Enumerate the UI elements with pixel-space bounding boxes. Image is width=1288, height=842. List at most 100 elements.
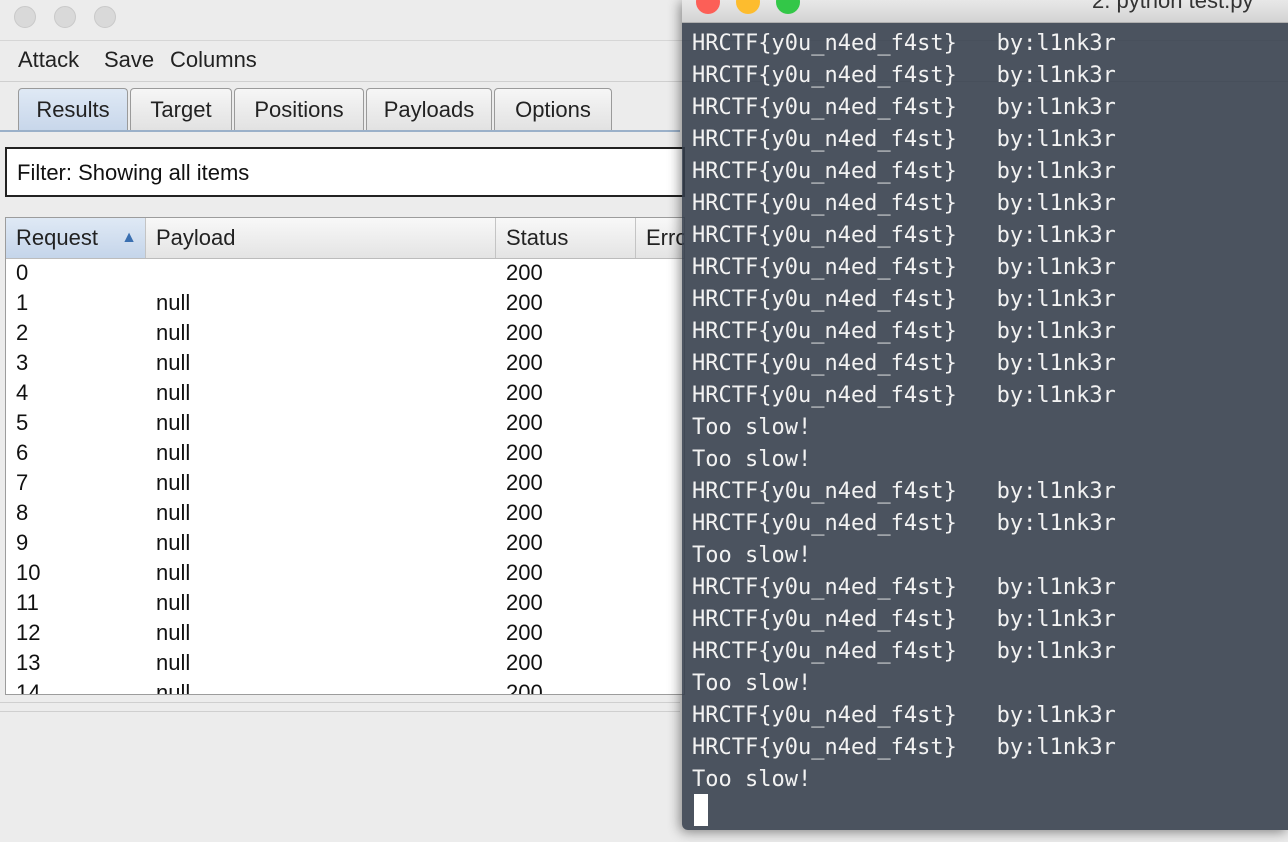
table-row[interactable]: 12 null 200 [6, 618, 684, 648]
terminal-close-button[interactable] [696, 0, 720, 14]
column-request[interactable]: Request ▲ [6, 218, 146, 258]
row-request-cell: 4 [16, 380, 29, 405]
terminal-line: HRCTF{y0u_n4ed_f4st} by:l1nk3r [692, 735, 1116, 760]
terminal-line: HRCTF{y0u_n4ed_f4st} by:l1nk3r [692, 223, 1116, 248]
row-payload-cell: null [156, 410, 191, 435]
table-row[interactable]: 10 null 200 [6, 558, 684, 588]
terminal-line: HRCTF{y0u_n4ed_f4st} by:l1nk3r [692, 31, 1116, 56]
row-request-cell: 7 [16, 470, 29, 495]
tab-results[interactable]: Results [18, 88, 128, 132]
filter-text: Filter: Showing all items [17, 160, 250, 185]
table-row[interactable]: 3 null 200 [6, 348, 684, 378]
column-status-label: Status [506, 225, 569, 250]
column-error-label: Erro [646, 225, 685, 250]
results-table: Request ▲ Payload Status Erro 0 200 1 null 2… [5, 217, 685, 695]
table-row[interactable]: 11 null 200 [6, 588, 684, 618]
tab-target[interactable]: Target [130, 88, 232, 130]
row-status-cell: 200 [506, 680, 543, 695]
close-button[interactable] [14, 6, 36, 28]
table-row[interactable]: 4 null 200 [6, 378, 684, 408]
row-payload-cell: null [156, 380, 191, 405]
column-payload[interactable]: Payload [146, 218, 496, 258]
row-status-cell: 200 [506, 650, 543, 675]
menu-columns[interactable]: Columns [170, 47, 257, 73]
terminal-line: HRCTF{y0u_n4ed_f4st} by:l1nk3r [692, 479, 1116, 504]
table-row[interactable]: 9 null 200 [6, 528, 684, 558]
terminal-line: Too slow! [692, 767, 812, 792]
tab-payloads[interactable]: Payloads [366, 88, 492, 130]
terminal-line: Too slow! [692, 415, 812, 440]
row-payload-cell: null [156, 650, 191, 675]
row-request-cell: 2 [16, 320, 29, 345]
row-payload-cell: null [156, 620, 191, 645]
row-request-cell: 12 [16, 620, 41, 645]
row-status-cell: 200 [506, 440, 543, 465]
row-request-cell: 8 [16, 500, 29, 525]
table-row[interactable]: 14 null 200 [6, 678, 684, 695]
row-status-cell: 200 [506, 470, 543, 495]
row-payload-cell: null [156, 320, 191, 345]
row-request-cell: 1 [16, 290, 29, 315]
table-row[interactable]: 13 null 200 [6, 648, 684, 678]
column-status[interactable]: Status [496, 218, 636, 258]
tab-divider [0, 130, 680, 132]
terminal-window: 2. python test.py HRCTF{y0u_n4ed_f4st} b… [682, 0, 1288, 830]
column-request-label: Request [16, 225, 98, 250]
row-request-cell: 10 [16, 560, 41, 585]
row-request-cell: 5 [16, 410, 29, 435]
terminal-line: HRCTF{y0u_n4ed_f4st} by:l1nk3r [692, 383, 1116, 408]
terminal-line: HRCTF{y0u_n4ed_f4st} by:l1nk3r [692, 255, 1116, 280]
menu-attack[interactable]: Attack [18, 47, 79, 73]
minimize-button[interactable] [54, 6, 76, 28]
row-status-cell: 200 [506, 380, 543, 405]
row-payload-cell: null [156, 440, 191, 465]
terminal-line: HRCTF{y0u_n4ed_f4st} by:l1nk3r [692, 287, 1116, 312]
terminal-line: HRCTF{y0u_n4ed_f4st} by:l1nk3r [692, 351, 1116, 376]
row-request-cell: 6 [16, 440, 29, 465]
terminal-line: HRCTF{y0u_n4ed_f4st} by:l1nk3r [692, 703, 1116, 728]
table-row[interactable]: 6 null 200 [6, 438, 684, 468]
terminal-line: HRCTF{y0u_n4ed_f4st} by:l1nk3r [692, 639, 1116, 664]
row-request-cell: 13 [16, 650, 41, 675]
terminal-line: HRCTF{y0u_n4ed_f4st} by:l1nk3r [692, 575, 1116, 600]
filter-bar[interactable]: Filter: Showing all items [5, 147, 685, 197]
zoom-button[interactable] [94, 6, 116, 28]
row-status-cell: 200 [506, 620, 543, 645]
tab-positions[interactable]: Positions [234, 88, 364, 130]
terminal-line: HRCTF{y0u_n4ed_f4st} by:l1nk3r [692, 191, 1116, 216]
table-row[interactable]: 7 null 200 [6, 468, 684, 498]
row-request-cell: 9 [16, 530, 29, 555]
column-error[interactable]: Erro [636, 218, 685, 258]
row-status-cell: 200 [506, 320, 543, 345]
terminal-zoom-button[interactable] [776, 0, 800, 14]
terminal-title: 2. python test.py [1092, 0, 1254, 13]
panel-separator [0, 702, 680, 712]
row-request-cell: 14 [16, 680, 41, 695]
terminal-output[interactable]: HRCTF{y0u_n4ed_f4st} by:l1nk3r HRCTF{y0u_… [692, 28, 1282, 796]
row-request-cell: 0 [16, 260, 29, 285]
row-request-cell: 3 [16, 350, 29, 375]
table-row[interactable]: 5 null 200 [6, 408, 684, 438]
table-row[interactable]: 2 null 200 [6, 318, 684, 348]
terminal-line: HRCTF{y0u_n4ed_f4st} by:l1nk3r [692, 63, 1116, 88]
tab-options[interactable]: Options [494, 88, 612, 130]
row-status-cell: 200 [506, 290, 543, 315]
row-payload-cell: null [156, 500, 191, 525]
row-status-cell: 200 [506, 410, 543, 435]
menu-save[interactable]: Save [104, 47, 154, 73]
terminal-line: Too slow! [692, 671, 812, 696]
terminal-line: HRCTF{y0u_n4ed_f4st} by:l1nk3r [692, 127, 1116, 152]
table-row[interactable]: 0 200 [6, 258, 684, 288]
row-status-cell: 200 [506, 350, 543, 375]
terminal-cursor [694, 794, 708, 826]
table-row[interactable]: 1 null 200 [6, 288, 684, 318]
terminal-titlebar: 2. python test.py [682, 0, 1288, 23]
table-row[interactable]: 8 null 200 [6, 498, 684, 528]
table-header: Request ▲ Payload Status Erro [6, 218, 684, 259]
terminal-line: HRCTF{y0u_n4ed_f4st} by:l1nk3r [692, 319, 1116, 344]
terminal-line: HRCTF{y0u_n4ed_f4st} by:l1nk3r [692, 95, 1116, 120]
terminal-minimize-button[interactable] [736, 0, 760, 14]
row-payload-cell: null [156, 470, 191, 495]
terminal-line: Too slow! [692, 543, 812, 568]
terminal-line: Too slow! [692, 447, 812, 472]
